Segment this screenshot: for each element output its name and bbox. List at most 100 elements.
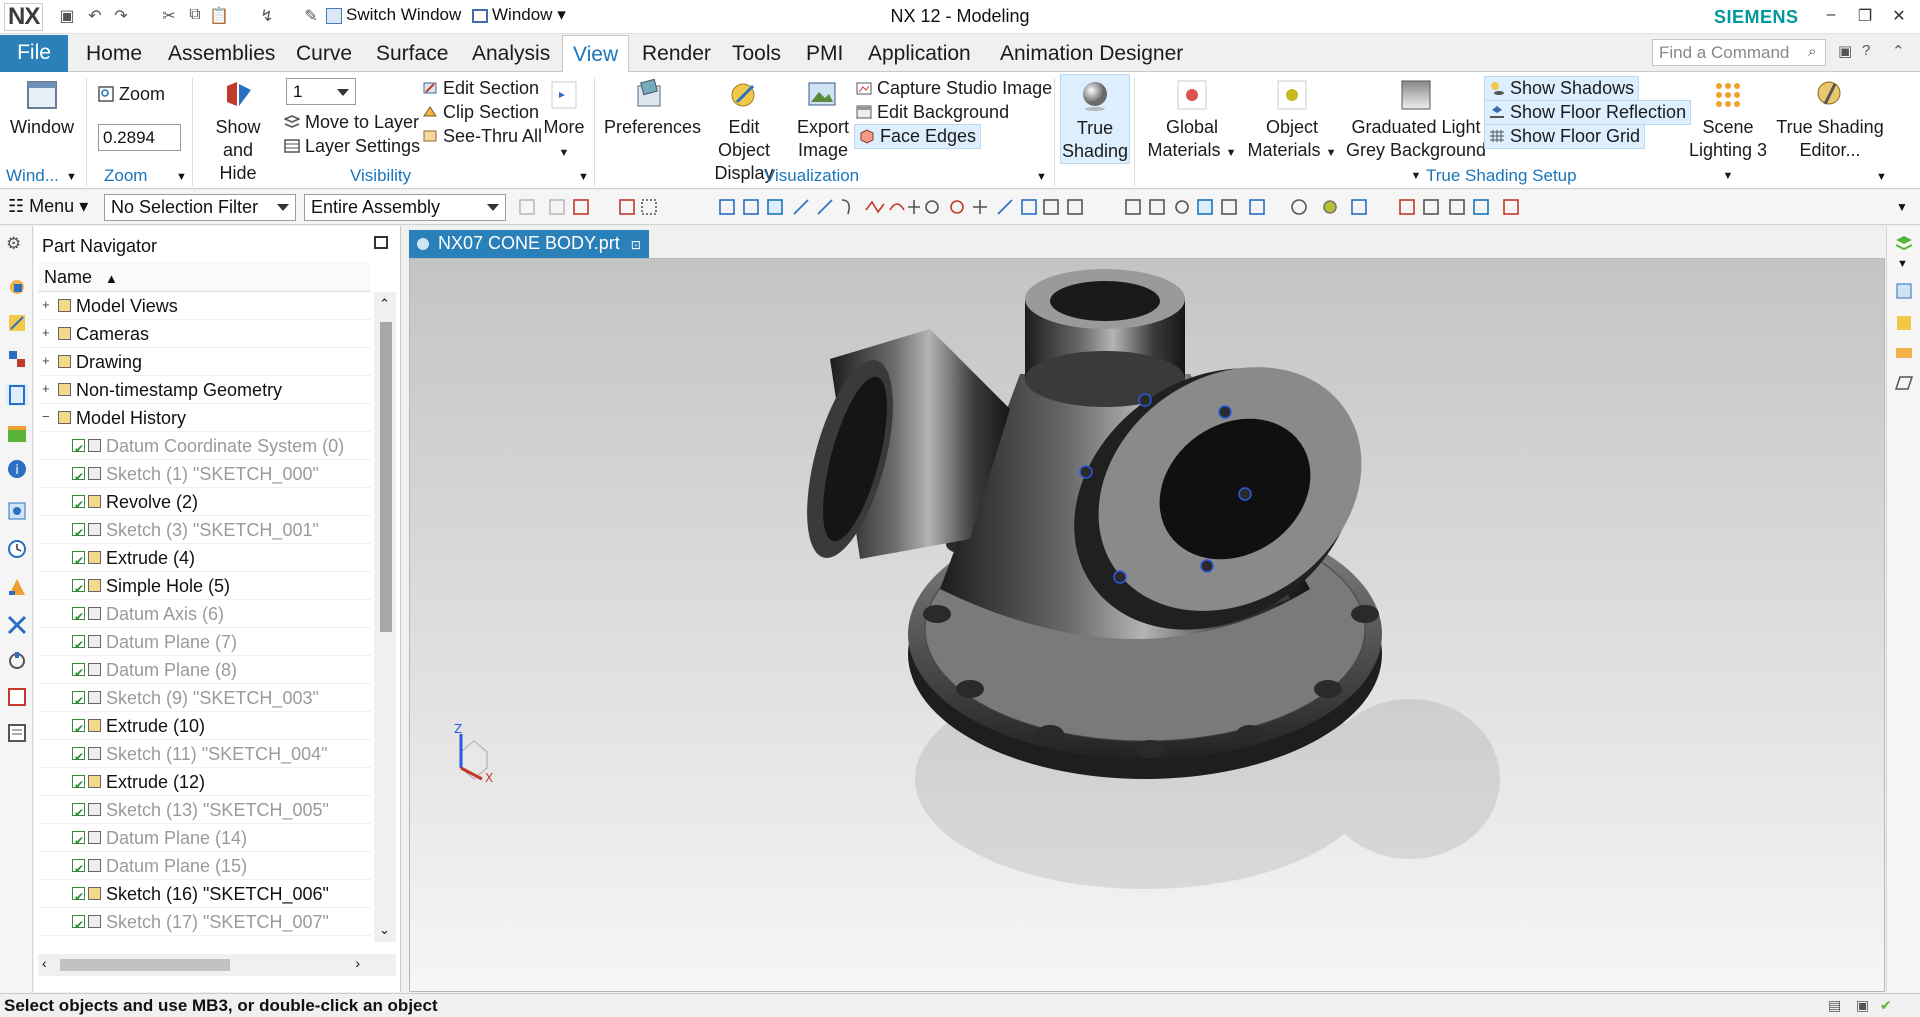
checkbox-checked-icon[interactable]: ✔ xyxy=(72,915,85,932)
checkbox-checked-icon[interactable]: ✔ xyxy=(72,551,85,568)
tree-row[interactable]: ✔ Sketch (16) "SKETCH_006" xyxy=(38,880,371,908)
tree-row[interactable]: ✔ Datum Plane (14) xyxy=(38,824,371,852)
expand-icon[interactable]: + xyxy=(42,354,53,367)
checkbox-checked-icon[interactable]: ✔ xyxy=(72,635,85,652)
face-edges-toggle[interactable]: Face Edges xyxy=(854,124,982,149)
selection-filter-select[interactable]: No Selection Filter xyxy=(104,194,296,221)
window-group-label[interactable]: Wind... xyxy=(6,166,59,186)
collapse-icon[interactable]: − xyxy=(42,410,53,423)
collapse-ribbon-icon[interactable]: ⌃ xyxy=(1892,42,1905,60)
tree-row[interactable]: − Model History xyxy=(38,404,371,432)
camera-tool-icon[interactable] xyxy=(1893,342,1915,364)
status-window-icon[interactable]: ▣ xyxy=(1856,997,1869,1014)
scroll-up-icon[interactable]: ⌃ xyxy=(379,296,390,312)
see-thru-all-button[interactable]: See-Thru All xyxy=(422,126,542,147)
info-icon[interactable]: i xyxy=(6,458,28,480)
select-icon[interactable] xyxy=(519,199,535,215)
assembly-navigator-icon[interactable] xyxy=(6,276,28,298)
cone-body-model[interactable]: Z X xyxy=(410,259,1886,993)
deselect-icon[interactable] xyxy=(549,199,565,215)
export-image-button[interactable]: Export Image xyxy=(792,78,854,162)
scene-lighting-button[interactable]: Scene Lighting 3 ▼ xyxy=(1684,78,1772,188)
capture-studio-image-button[interactable]: Capture Studio Image xyxy=(856,78,1052,99)
tree-row[interactable]: ✔ Datum Plane (8) xyxy=(38,656,371,684)
dropdown-icon[interactable]: ▼ xyxy=(1036,171,1047,183)
tree-row[interactable]: ✔ Sketch (17) "SKETCH_007" xyxy=(38,908,371,936)
layer-select[interactable]: 1 xyxy=(286,78,356,105)
snap-point-icon[interactable] xyxy=(767,199,783,215)
dropdown-icon[interactable]: ▼ xyxy=(176,171,187,183)
tree-row[interactable]: + Non-timestamp Geometry xyxy=(38,376,371,404)
model-history-icon[interactable] xyxy=(6,384,28,406)
preferences-button[interactable]: Preferences xyxy=(604,78,701,139)
layer-settings-button[interactable]: Layer Settings xyxy=(284,136,420,157)
tree-row[interactable]: ✔ Simple Hole (5) xyxy=(38,572,371,600)
expand-icon[interactable]: + xyxy=(42,326,53,339)
close-button[interactable]: ✕ xyxy=(1888,6,1910,26)
show-floor-grid-toggle[interactable]: Show Floor Grid xyxy=(1484,124,1646,149)
tree-row[interactable]: ✔ Sketch (3) "SKETCH_001" xyxy=(38,516,371,544)
maximize-panel-icon[interactable] xyxy=(374,236,388,249)
tab-surface[interactable]: Surface xyxy=(376,35,448,72)
help-icon[interactable]: ? xyxy=(1862,42,1870,59)
scroll-left-icon[interactable]: ‹ xyxy=(42,955,47,971)
horizontal-scrollbar-thumb[interactable] xyxy=(60,959,230,971)
checkbox-checked-icon[interactable]: ✔ xyxy=(72,663,85,680)
section-tool-icon[interactable] xyxy=(1893,280,1915,302)
true-shading-toggle[interactable]: True Shading xyxy=(1060,74,1130,164)
type-filter-icon[interactable] xyxy=(573,199,589,215)
tree-row[interactable]: ✔ Datum Plane (15) xyxy=(38,852,371,880)
zoom-button[interactable]: Zoom xyxy=(98,84,165,105)
tab-assemblies[interactable]: Assemblies xyxy=(168,35,275,72)
tree-row[interactable]: ✔ Extrude (10) xyxy=(38,712,371,740)
reuse-library-icon[interactable] xyxy=(6,422,28,444)
show-floor-reflection-toggle[interactable]: Show Floor Reflection xyxy=(1484,100,1692,125)
lighting-tool-icon[interactable] xyxy=(1893,312,1915,334)
dropdown-icon[interactable]: ▼ xyxy=(1876,171,1887,183)
tree-row[interactable]: + Model Views xyxy=(38,292,371,320)
tree-row[interactable]: ✔ Revolve (2) xyxy=(38,488,371,516)
restore-button[interactable]: ❐ xyxy=(1854,6,1876,26)
gear-icon[interactable]: ⚙ xyxy=(6,234,28,256)
tab-animation-designer[interactable]: Animation Designer xyxy=(1000,35,1183,72)
tab-curve[interactable]: Curve xyxy=(296,35,352,72)
checkbox-checked-icon[interactable]: ✔ xyxy=(72,859,85,876)
layer-manager-icon[interactable] xyxy=(1893,232,1915,254)
checkbox-checked-icon[interactable]: ✔ xyxy=(72,579,85,596)
tree-row[interactable]: ✔ Sketch (9) "SKETCH_003" xyxy=(38,684,371,712)
checkbox-checked-icon[interactable]: ✔ xyxy=(72,887,85,904)
checkbox-checked-icon[interactable]: ✔ xyxy=(72,439,85,456)
move-to-layer-button[interactable]: Move to Layer xyxy=(284,112,419,133)
status-display-icon[interactable]: ▤ xyxy=(1828,997,1841,1014)
document-tab[interactable]: NX07 CONE BODY.prt ⊡ ✕ xyxy=(409,230,649,274)
zoom-scale-input[interactable]: 0.2894 xyxy=(98,124,181,151)
tab-render[interactable]: Render xyxy=(642,35,711,72)
checkbox-checked-icon[interactable]: ✔ xyxy=(72,691,85,708)
tab-view[interactable]: View xyxy=(562,35,630,73)
checkbox-checked-icon[interactable]: ✔ xyxy=(72,607,85,624)
window-button[interactable]: Window xyxy=(6,78,78,139)
more-button[interactable]: More ▼ xyxy=(542,78,586,165)
scroll-down-icon[interactable]: ⌄ xyxy=(379,922,390,938)
chevron-down-icon[interactable]: ▼ xyxy=(1897,258,1908,270)
checkbox-checked-icon[interactable]: ✔ xyxy=(72,803,85,820)
toolbar-icons[interactable] xyxy=(512,190,1912,225)
tab-home[interactable]: Home xyxy=(86,35,142,72)
menu-button[interactable]: ☷ Menu ▾ xyxy=(8,196,88,217)
checkbox-checked-icon[interactable]: ✔ xyxy=(72,719,85,736)
object-materials-button[interactable]: Object Materials ▼ xyxy=(1244,78,1340,165)
tree-row[interactable]: ✔ Sketch (1) "SKETCH_000" xyxy=(38,460,371,488)
edit-background-button[interactable]: Edit Background xyxy=(856,102,1009,123)
tab-pmi[interactable]: PMI xyxy=(806,35,843,72)
tab-analysis[interactable]: Analysis xyxy=(472,35,550,72)
tree-row[interactable]: ✔ Extrude (4) xyxy=(38,544,371,572)
tab-application[interactable]: Application xyxy=(868,35,971,72)
tree-row[interactable]: ✔ Datum Coordinate System (0) xyxy=(38,432,371,460)
manufacturing-wizard-icon[interactable] xyxy=(6,686,28,708)
rectangle-select-icon[interactable] xyxy=(641,199,657,215)
system-scene-icon[interactable] xyxy=(6,614,28,636)
checkbox-checked-icon[interactable]: ✔ xyxy=(72,495,85,512)
tree-row[interactable]: + Cameras xyxy=(38,320,371,348)
tree-row[interactable]: ✔ Extrude (12) xyxy=(38,768,371,796)
tab-tools[interactable]: Tools xyxy=(732,35,781,72)
